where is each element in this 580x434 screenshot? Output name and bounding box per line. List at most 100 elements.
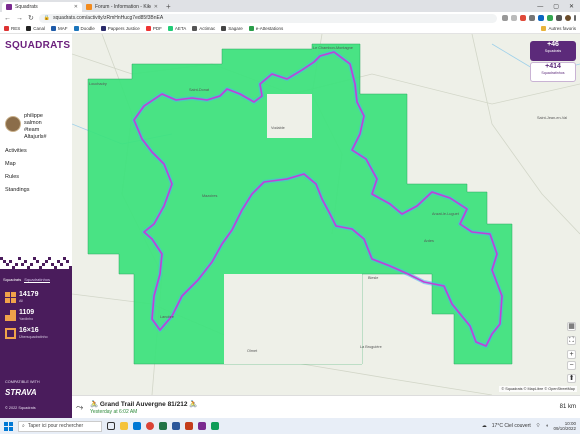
- tab-close-icon[interactable]: ✕: [154, 4, 158, 10]
- folder-icon: [541, 26, 547, 31]
- menu-dots-icon[interactable]: [574, 15, 576, 21]
- tab-title: Squadrats: [15, 4, 38, 10]
- bookmark-icon: [73, 26, 79, 31]
- uncovered-notch: [224, 274, 362, 364]
- search-icon: ⌕: [22, 423, 25, 429]
- user-profile[interactable]: philippe salmon #team Altajurls#: [5, 113, 47, 141]
- squadrats-gain-badge: +46 Squadrats: [530, 41, 576, 61]
- bookmark-maf[interactable]: MAF: [51, 26, 68, 31]
- bookmark-doodle[interactable]: Doodle: [73, 26, 95, 31]
- sidebar-item-standings[interactable]: Standings: [5, 187, 29, 194]
- bookmark-aeta[interactable]: AETA: [167, 26, 186, 31]
- app-icon[interactable]: [185, 422, 193, 430]
- lock-icon: 🔒: [43, 15, 51, 21]
- compatible-label: COMPATIBLE WITH: [5, 380, 40, 384]
- windows-start-icon[interactable]: [4, 421, 13, 431]
- place-label: Louchadry: [89, 82, 107, 86]
- app-icon[interactable]: [159, 422, 167, 430]
- stat-yardinho: 1109 Yardinho: [5, 309, 34, 321]
- address-bar-row: ← → ↻ 🔒 squadrats.com/activity/zRmHnHucg…: [0, 12, 580, 24]
- map-canvas[interactable]: Louchadry Le Chambon-Montagne Saint-Dona…: [72, 34, 580, 395]
- squadratinhos-gain-badge: +414 Squadratinhos: [530, 62, 576, 82]
- share-icon[interactable]: [502, 15, 508, 21]
- taskbar-search[interactable]: ⌕ Taper ici pour rechercher: [18, 420, 102, 432]
- bookmarks-bar: RES Canal MAF Doodle Pappers Justice PDF…: [0, 24, 580, 34]
- sidebar-item-map[interactable]: Map: [5, 161, 29, 168]
- chrome-icon[interactable]: [146, 422, 154, 430]
- tab-squadrats[interactable]: Squadrats ✕: [2, 2, 82, 12]
- taskbar: ⌕ Taper ici pour rechercher ☁ 17°C Ciel …: [0, 418, 580, 434]
- yardinho-icon: [5, 310, 16, 321]
- maximize-icon[interactable]: ▢: [553, 2, 559, 12]
- map-layer: [72, 34, 580, 395]
- strava-logo[interactable]: STRAVA: [5, 388, 37, 397]
- close-window-icon[interactable]: ✕: [569, 2, 574, 12]
- app-icon[interactable]: [172, 422, 180, 430]
- squares-icon: [5, 292, 16, 303]
- weather-text[interactable]: 17°C Ciel couvert: [492, 423, 531, 429]
- back-icon[interactable]: ←: [4, 15, 11, 22]
- bookmark-icon: [26, 26, 32, 31]
- url-field[interactable]: 🔒 squadrats.com/activity/zRmHnHucg7ed85f…: [38, 13, 497, 23]
- squadrats-logo[interactable]: SQUADRATS: [5, 40, 70, 51]
- activity-title[interactable]: 🚴 Grand Trail Auvergne 81/212 🚴: [90, 400, 197, 408]
- map-layers-icon[interactable]: ▦: [567, 322, 576, 331]
- bookmark-actimac[interactable]: Actimac: [192, 26, 215, 31]
- volume-icon[interactable]: ◖: [545, 423, 548, 429]
- sidebar: SQUADRATS philippe salmon #team Altajurl…: [0, 34, 72, 418]
- bookmark-pdf[interactable]: PDF: [145, 26, 162, 31]
- tab-title: Forum - Information - Kikourou: [95, 4, 151, 10]
- minimize-icon[interactable]: —: [537, 2, 543, 12]
- browser-tabbar: Squadrats ✕ Forum - Information - Kikour…: [0, 0, 580, 12]
- linkedin-icon[interactable]: [538, 15, 544, 21]
- place-label: Lanobre: [160, 315, 174, 319]
- bookmark-other-favorites[interactable]: Autres favoris: [541, 26, 576, 31]
- activity-bar: ⤳ 🚴 Grand Trail Auvergne 81/212 🚴 Yester…: [72, 395, 580, 418]
- reload-icon[interactable]: ↻: [28, 14, 34, 22]
- weather-icon: ☁: [481, 423, 487, 429]
- avatar: [5, 116, 21, 132]
- explorer-icon[interactable]: [120, 422, 128, 430]
- bookmark-pappers[interactable]: Pappers Justice: [100, 26, 140, 31]
- bookmark-sagare[interactable]: Sagare: [221, 26, 243, 31]
- place-label: Le Chambon-Montagne: [313, 46, 353, 50]
- extension-green-icon[interactable]: [547, 15, 553, 21]
- copyright: © 2022 Squadrats: [5, 406, 36, 410]
- star-icon[interactable]: [511, 15, 517, 21]
- extension-gray-icon[interactable]: [529, 15, 535, 21]
- puzzle-icon[interactable]: [556, 15, 562, 21]
- stats-panel: Squadrats Squadratinhos 14179 All 1109 Yar…: [0, 252, 72, 418]
- url-text: squadrats.com/activity/zRmHnHucg7ed85f3B…: [53, 15, 164, 21]
- compass-icon[interactable]: ⬆: [567, 374, 576, 383]
- tab-squadrats-stats[interactable]: Squadrats: [3, 277, 21, 283]
- network-icon[interactable]: ⌔: [536, 423, 541, 429]
- place-label: La Bruguière: [360, 345, 382, 349]
- place-label: Ardes: [424, 239, 434, 243]
- uncovered-hole: [267, 94, 312, 138]
- zoom-out-button[interactable]: −: [567, 361, 576, 370]
- fullscreen-icon[interactable]: ⛶: [567, 336, 576, 345]
- tab-forum[interactable]: Forum - Information - Kikourou ✕: [82, 2, 162, 12]
- tab-close-icon[interactable]: ✕: [74, 4, 78, 10]
- forward-icon[interactable]: →: [16, 15, 23, 22]
- sidebar-item-rules[interactable]: Rules: [5, 174, 29, 181]
- app-icon[interactable]: [211, 422, 219, 430]
- bookmark-res[interactable]: RES: [4, 26, 20, 31]
- clock[interactable]: 10:00 09/10/2022: [553, 421, 576, 432]
- app-icon[interactable]: [198, 422, 206, 430]
- app-icon[interactable]: [133, 422, 141, 430]
- sidebar-item-activities[interactable]: Activities: [5, 148, 29, 155]
- sidebar-menu: Activities Map Rules Standings: [5, 148, 29, 194]
- bookmark-icon: [51, 26, 57, 31]
- extension-red-icon[interactable]: [520, 15, 526, 21]
- new-tab-icon[interactable]: +: [162, 2, 175, 12]
- zoom-in-button[interactable]: +: [567, 350, 576, 359]
- user-name: philippe salmon #team Altajurls#: [24, 113, 47, 140]
- tab-squadratinhos-stats[interactable]: Squadratinhos: [24, 277, 51, 283]
- task-view-icon[interactable]: [107, 422, 115, 430]
- bookmark-canal[interactable]: Canal: [26, 26, 45, 31]
- bookmark-e-attestations[interactable]: e-Attestations: [248, 26, 283, 31]
- map-attribution[interactable]: © Squadrats © MapLibre © OpenStreetMap: [499, 386, 577, 392]
- profile-icon[interactable]: [565, 15, 571, 21]
- place-label: Vodable: [271, 126, 285, 130]
